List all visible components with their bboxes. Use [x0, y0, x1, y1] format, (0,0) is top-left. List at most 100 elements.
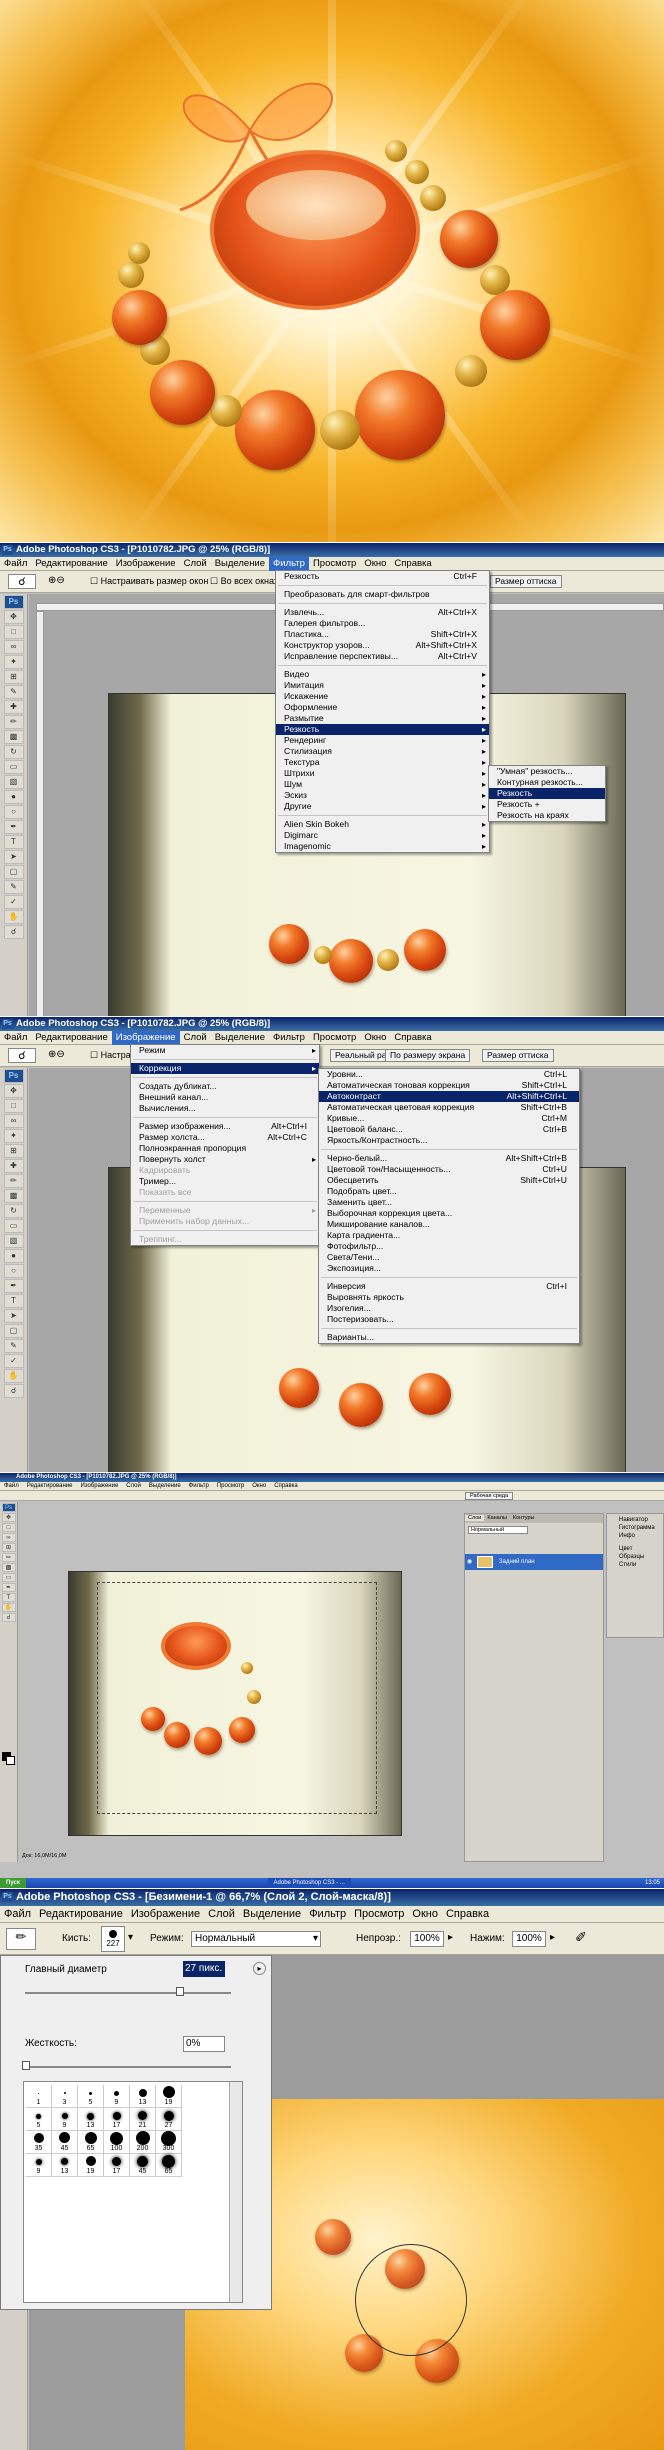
- filter-menu-item[interactable]: Извлечь... Alt+Ctrl+X: [276, 607, 489, 618]
- diameter-slider-thumb[interactable]: [176, 1987, 184, 1996]
- menu-view[interactable]: Просмотр: [309, 1031, 360, 1045]
- blend-mode-select[interactable]: Нормальный: [468, 1526, 528, 1534]
- brush-preset[interactable]: 300: [156, 2131, 182, 2154]
- menu-image[interactable]: Изображение: [112, 557, 180, 571]
- menu-file[interactable]: Файл: [0, 1031, 31, 1045]
- filter-menu-item[interactable]: Галерея фильтров...: [276, 618, 489, 629]
- brush-preset[interactable]: 13: [130, 2085, 156, 2108]
- menu-layer[interactable]: Слой: [122, 1482, 145, 1491]
- adjustments-item[interactable]: Автоматическая цветовая коррекция Shift+C…: [319, 1102, 579, 1113]
- menu-view[interactable]: Просмотр: [350, 1906, 408, 1923]
- fit-window-checkbox[interactable]: ☐: [90, 576, 98, 586]
- menu-layer[interactable]: Слой: [204, 1906, 239, 1923]
- fit-window-checkbox[interactable]: ☐: [90, 1050, 98, 1060]
- filter-menu-item[interactable]: Резкость Ctrl+F: [276, 571, 489, 582]
- menu-view[interactable]: Просмотр: [309, 557, 360, 571]
- filter-menu-item[interactable]: Рендеринг: [276, 735, 489, 746]
- eyedropper-icon[interactable]: ✓: [3, 895, 24, 909]
- panel-color[interactable]: Цвет: [607, 1545, 663, 1553]
- brush-picker[interactable]: 227: [101, 1926, 125, 1952]
- adjustments-item[interactable]: Яркость/Контрастность...: [319, 1135, 579, 1146]
- brush-preset[interactable]: 17: [104, 2108, 130, 2131]
- filter-menu-item[interactable]: Искажение: [276, 691, 489, 702]
- marquee-tool-icon[interactable]: □: [1, 1523, 16, 1532]
- menu-select[interactable]: Выделение: [211, 557, 269, 571]
- adjustments-item[interactable]: Уровни... Ctrl+L: [319, 1069, 579, 1080]
- background-color-swatch[interactable]: [6, 1756, 15, 1765]
- gradient-tool-icon[interactable]: ▧: [3, 1234, 24, 1248]
- wand-tool-icon[interactable]: ✦: [3, 655, 24, 669]
- sharpen-submenu-item-sharpen[interactable]: Резкость: [489, 788, 605, 799]
- menu-file[interactable]: Файл: [0, 1482, 23, 1491]
- menu-window[interactable]: Окно: [248, 1482, 270, 1491]
- brush-preset[interactable]: 3: [52, 2085, 78, 2108]
- menu-window[interactable]: Окно: [408, 1906, 442, 1923]
- image-menu-item[interactable]: Создать дубликат...: [131, 1081, 319, 1092]
- menu-edit[interactable]: Редактирование: [35, 1906, 127, 1923]
- adjustments-item[interactable]: Постеризовать...: [319, 1314, 579, 1325]
- filter-menu-item[interactable]: Конструктор узоров... Alt+Shift+Ctrl+X: [276, 640, 489, 651]
- history-brush-icon[interactable]: ↻: [3, 1204, 24, 1218]
- hardness-input[interactable]: 0%: [183, 2036, 225, 2052]
- brush-preset[interactable]: 13: [52, 2154, 78, 2177]
- sharpen-submenu-item[interactable]: Контурная резкость...: [489, 777, 605, 788]
- sharpen-submenu-item[interactable]: "Умная" резкость...: [489, 766, 605, 777]
- menu-file[interactable]: Файл: [0, 557, 31, 571]
- filter-menu-item[interactable]: Пластика... Shift+Ctrl+X: [276, 629, 489, 640]
- brush-tool-icon[interactable]: ✏: [1, 1553, 16, 1562]
- fit-screen-button[interactable]: По размеру экрана: [385, 1049, 471, 1062]
- filter-menu-item[interactable]: Размытие: [276, 713, 489, 724]
- menu-view[interactable]: Просмотр: [213, 1482, 248, 1491]
- brush-preset[interactable]: 21: [130, 2108, 156, 2131]
- menu-window[interactable]: Окно: [360, 557, 390, 571]
- type-tool-icon[interactable]: T: [1, 1593, 16, 1602]
- image-menu-item[interactable]: Размер холста... Alt+Ctrl+C: [131, 1132, 319, 1143]
- opacity-arrow-icon[interactable]: ▸: [448, 1932, 453, 1943]
- adjustments-item[interactable]: Карта градиента...: [319, 1230, 579, 1241]
- filter-menu-item[interactable]: Текстура: [276, 757, 489, 768]
- image-menu-item[interactable]: Переменные: [131, 1205, 319, 1216]
- image-menu-item[interactable]: Тример...: [131, 1176, 319, 1187]
- airbrush-icon[interactable]: ✐: [575, 1929, 587, 1946]
- adjustments-item[interactable]: Цветовой тон/Насыщенность... Ctrl+U: [319, 1164, 579, 1175]
- filter-menu-item[interactable]: Эскиз: [276, 790, 489, 801]
- brush-preset[interactable]: 1: [26, 2085, 52, 2108]
- image-menu-item[interactable]: Внешний канал...: [131, 1092, 319, 1103]
- menu-file[interactable]: Файл: [0, 1906, 35, 1923]
- menu-select[interactable]: Выделение: [211, 1031, 269, 1045]
- brush-preset[interactable]: 35: [26, 2131, 52, 2154]
- lasso-tool-icon[interactable]: ∞: [3, 640, 24, 654]
- menu-filter[interactable]: Фильтр: [269, 1031, 309, 1045]
- crop-tool-icon[interactable]: ⊞: [1, 1543, 16, 1552]
- panel-histogram[interactable]: Гистограмма: [607, 1524, 663, 1532]
- adjustments-item[interactable]: Подобрать цвет...: [319, 1186, 579, 1197]
- brush-preset[interactable]: 27: [156, 2108, 182, 2131]
- flow-input[interactable]: 100%: [512, 1931, 546, 1947]
- menu-help[interactable]: Справка: [390, 1031, 435, 1045]
- menu-edit[interactable]: Редактирование: [31, 557, 111, 571]
- filter-menu-item[interactable]: Исправление перспективы... Alt+Ctrl+V: [276, 651, 489, 662]
- dodge-tool-icon[interactable]: ○: [3, 805, 24, 819]
- image-menu-item-adjustments[interactable]: Коррекция: [131, 1063, 319, 1074]
- panel-navigator[interactable]: Навигатор: [607, 1514, 663, 1524]
- start-button[interactable]: Пуск: [0, 1878, 26, 1888]
- menu-image[interactable]: Изображение: [111, 1031, 180, 1045]
- eye-icon[interactable]: ◉: [467, 1554, 472, 1570]
- filter-menu-item[interactable]: Alien Skin Bokeh: [276, 819, 489, 830]
- image-menu-item[interactable]: Полноэкранная пропорция: [131, 1143, 319, 1154]
- eraser-tool-icon[interactable]: ▭: [3, 760, 24, 774]
- hardness-slider-track[interactable]: [25, 2066, 231, 2068]
- chevron-down-icon[interactable]: ▾: [128, 1932, 133, 1943]
- filter-menu-item[interactable]: Стилизация: [276, 746, 489, 757]
- image-menu-item[interactable]: Кадрировать: [131, 1165, 319, 1176]
- sharpen-submenu-item[interactable]: Резкость +: [489, 799, 605, 810]
- adjustments-item[interactable]: Заменить цвет...: [319, 1197, 579, 1208]
- pen-tool-icon[interactable]: ✒: [3, 820, 24, 834]
- adjustments-item[interactable]: Выровнять яркость: [319, 1292, 579, 1303]
- adjustments-item[interactable]: Варианты...: [319, 1332, 579, 1343]
- print-size-button[interactable]: Размер оттиска: [482, 1049, 554, 1062]
- brush-preset[interactable]: 19: [78, 2154, 104, 2177]
- adjustments-item[interactable]: Выборочная коррекция цвета...: [319, 1208, 579, 1219]
- type-tool-icon[interactable]: T: [3, 1294, 24, 1308]
- adjustments-item[interactable]: Обесцветить Shift+Ctrl+U: [319, 1175, 579, 1186]
